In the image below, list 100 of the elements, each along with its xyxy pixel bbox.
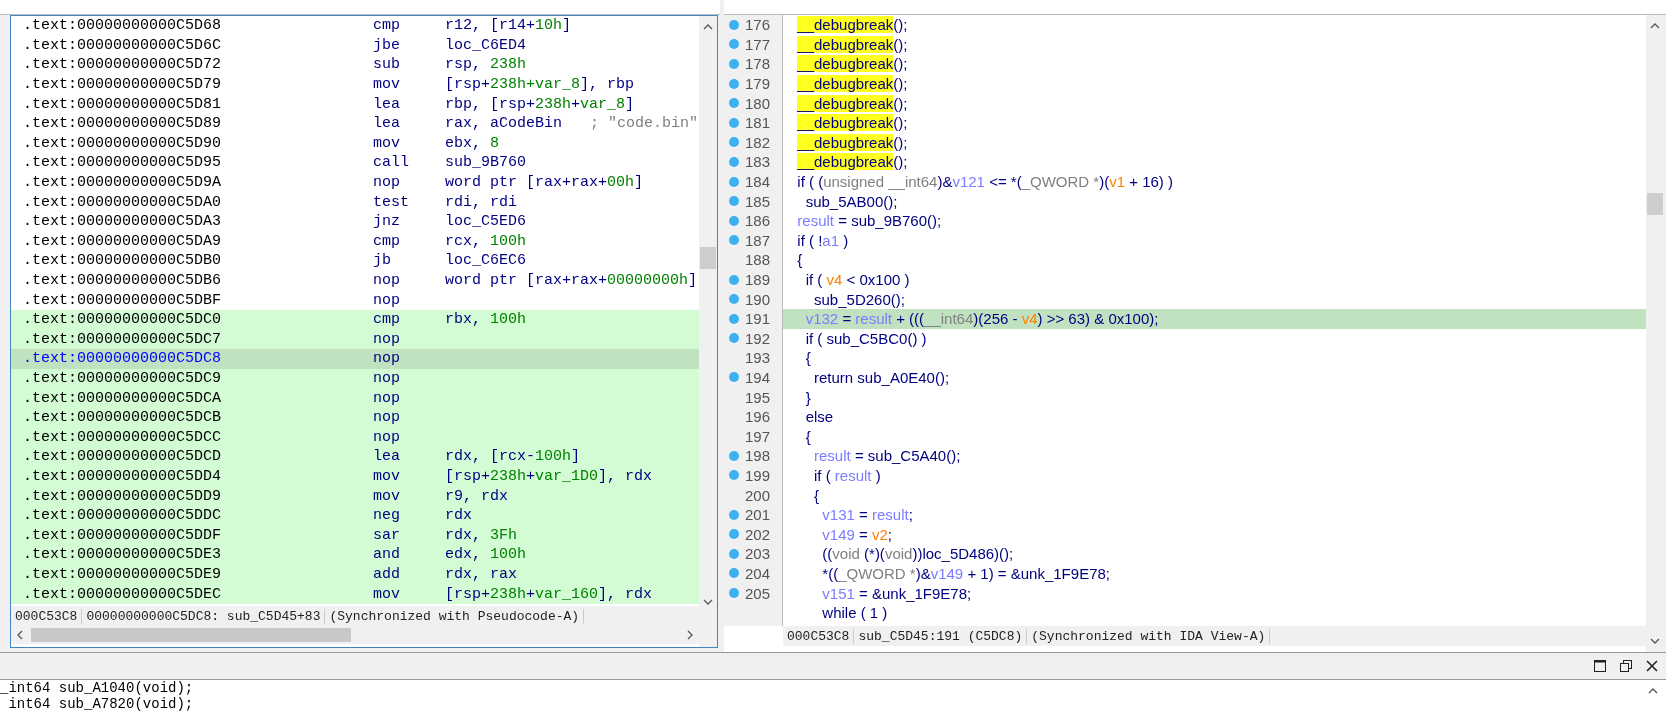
- listing-row[interactable]: .text:00000000000C5DB0 jb loc_C6EC6: [11, 251, 699, 271]
- listing-row[interactable]: .text:00000000000C5DDC neg rdx: [11, 505, 699, 526]
- code-row[interactable]: ((void (*)(void))loc_5D486)();: [783, 544, 1646, 564]
- listing-row[interactable]: .text:00000000000C5DC8 nop: [11, 349, 699, 369]
- listing-row[interactable]: .text:00000000000C5DE3 and edx, 100h: [11, 545, 699, 565]
- code-row[interactable]: __debugbreak();: [783, 73, 1646, 94]
- breakpoint-dot-icon[interactable]: [729, 117, 739, 128]
- scroll-right-icon[interactable]: [685, 630, 695, 640]
- code-row[interactable]: __debugbreak();: [783, 152, 1646, 172]
- scroll-up-icon[interactable]: [1650, 21, 1660, 31]
- listing-row[interactable]: .text:00000000000C5D79 mov [rsp+238h+var_8], rbp: [11, 74, 699, 95]
- scroll-thumb[interactable]: [31, 628, 351, 642]
- code-row[interactable]: sub_5D260();: [783, 289, 1646, 309]
- code-row[interactable]: __debugbreak();: [783, 112, 1646, 133]
- breakpoint-dot-icon[interactable]: [729, 98, 739, 109]
- code-row[interactable]: if ( result ): [783, 465, 1646, 486]
- listing-row[interactable]: .text:00000000000C5D68 cmp r12, [r14+10h]: [11, 16, 699, 36]
- scroll-up-icon[interactable]: [703, 22, 713, 32]
- breakpoint-dot-icon[interactable]: [729, 450, 739, 461]
- code-row[interactable]: result = sub_9B760();: [783, 210, 1646, 231]
- breakpoint-dot-icon[interactable]: [729, 19, 739, 30]
- vertical-scrollbar[interactable]: [1646, 15, 1664, 652]
- listing-row[interactable]: .text:00000000000C5D81 lea rbp, [rsp+238h+var_8]: [11, 94, 699, 114]
- code-row[interactable]: __debugbreak();: [783, 132, 1646, 153]
- breakpoint-dot-icon[interactable]: [729, 156, 739, 167]
- code-row[interactable]: v131 = result;: [783, 504, 1646, 525]
- listing-row[interactable]: .text:00000000000C5DD4 mov [rsp+238h+var_1D0], rdx: [11, 466, 699, 487]
- code-row[interactable]: while ( 1 ): [783, 602, 1646, 623]
- code-row[interactable]: }: [783, 387, 1646, 407]
- listing-row[interactable]: .text:00000000000C5DEC mov [rsp+238h+var_160], rdx: [11, 584, 699, 604]
- listing-row[interactable]: .text:00000000000C5DCD lea rdx, [rcx-100h]: [11, 447, 699, 467]
- listing-row[interactable]: .text:00000000000C5DA3 jnz loc_C5ED6: [11, 211, 699, 232]
- breakpoint-dot-icon[interactable]: [729, 78, 739, 89]
- scroll-thumb[interactable]: [1647, 193, 1663, 215]
- scroll-thumb[interactable]: [700, 247, 716, 269]
- listing-row[interactable]: .text:00000000000C5D89 lea rax, aCodeBin ; "code.bin": [11, 113, 699, 134]
- breakpoint-dot-icon[interactable]: [729, 215, 739, 226]
- breakpoint-dot-icon[interactable]: [729, 588, 739, 598]
- listing-row[interactable]: .text:00000000000C5DC0 cmp rbx, 100h: [11, 309, 699, 330]
- code-row[interactable]: {: [783, 250, 1646, 270]
- breakpoint-dot-icon[interactable]: [729, 176, 739, 187]
- code-row[interactable]: if ( v4 < 0x100 ): [783, 269, 1646, 290]
- code-row[interactable]: __debugbreak();: [783, 54, 1646, 74]
- listing-row[interactable]: .text:00000000000C5DBF nop: [11, 290, 699, 310]
- listing-row[interactable]: .text:00000000000C5DD9 mov r9, rdx: [11, 486, 699, 506]
- breakpoint-dot-icon[interactable]: [729, 294, 739, 305]
- code-row[interactable]: v151 = &unk_1F9E78;: [783, 583, 1646, 603]
- breakpoint-dot-icon[interactable]: [729, 470, 739, 481]
- vertical-scrollbar[interactable]: [699, 16, 717, 647]
- breakpoint-dot-icon[interactable]: [729, 568, 739, 579]
- code-row[interactable]: {: [783, 426, 1646, 447]
- breakpoint-dot-icon[interactable]: [729, 372, 739, 383]
- code-row[interactable]: v149 = v2;: [783, 524, 1646, 545]
- listing-row[interactable]: .text:00000000000C5DE9 add rdx, rax: [11, 564, 699, 585]
- listing-row[interactable]: .text:00000000000C5DDF sar rdx, 3Fh: [11, 525, 699, 546]
- breakpoint-dot-icon[interactable]: [729, 39, 739, 50]
- listing-row[interactable]: .text:00000000000C5D90 mov ebx, 8: [11, 133, 699, 154]
- breakpoint-dot-icon[interactable]: [729, 333, 739, 344]
- code-row[interactable]: __debugbreak();: [783, 15, 1646, 35]
- code-row[interactable]: {: [783, 348, 1646, 368]
- listing-row[interactable]: .text:00000000000C5DA0 test rdi, rdi: [11, 192, 699, 212]
- listing-row[interactable]: .text:00000000000C5DCC nop: [11, 427, 699, 448]
- breakpoint-dot-icon[interactable]: [729, 313, 739, 324]
- listing-row[interactable]: .text:00000000000C5DCA nop: [11, 388, 699, 408]
- listing-row[interactable]: .text:00000000000C5D9A nop word ptr [rax+rax+00h]: [11, 172, 699, 193]
- breakpoint-dot-icon[interactable]: [729, 235, 739, 246]
- listing-row[interactable]: .text:00000000000C5D6C jbe loc_C6ED4: [11, 35, 699, 56]
- listing-row[interactable]: .text:00000000000C5D72 sub rsp, 238h: [11, 55, 699, 75]
- listing-row[interactable]: .text:00000000000C5DA9 cmp rcx, 100h: [11, 231, 699, 252]
- code-row[interactable]: v132 = result + (((__int64)(256 - v4) >> 63) & 0x100);: [783, 308, 1646, 329]
- scroll-down-icon[interactable]: [1650, 636, 1660, 646]
- code-row[interactable]: if ( !a1 ): [783, 230, 1646, 251]
- listing-row[interactable]: .text:00000000000C5D95 call sub_9B760: [11, 153, 699, 173]
- maximize-icon[interactable]: [1594, 660, 1606, 672]
- code-row[interactable]: *((_QWORD *)&v149 + 1) = &unk_1F9E78;: [783, 563, 1646, 584]
- breakpoint-dot-icon[interactable]: [729, 59, 739, 69]
- listing-row[interactable]: .text:00000000000C5DC9 nop: [11, 368, 699, 389]
- breakpoint-dot-icon[interactable]: [729, 509, 739, 520]
- breakpoint-dot-icon[interactable]: [729, 548, 739, 559]
- restore-icon[interactable]: [1620, 660, 1632, 672]
- code-row[interactable]: else: [783, 406, 1646, 427]
- code-row[interactable]: sub_5AB00();: [783, 191, 1646, 211]
- listing-row[interactable]: .text:00000000000C5DC7 nop: [11, 329, 699, 350]
- scroll-down-icon[interactable]: [703, 597, 713, 607]
- code-row[interactable]: {: [783, 485, 1646, 505]
- listing-row[interactable]: .text:00000000000C5DCB nop: [11, 407, 699, 428]
- scroll-up-icon[interactable]: [1648, 686, 1658, 696]
- code-row[interactable]: __debugbreak();: [783, 93, 1646, 113]
- code-row[interactable]: if ( (unsigned __int64)&v121 <= *(_QWORD *)(v1 + 16) ): [783, 171, 1646, 192]
- close-icon[interactable]: [1646, 660, 1658, 672]
- code-row[interactable]: return sub_A0E40();: [783, 367, 1646, 388]
- breakpoint-dot-icon[interactable]: [729, 274, 739, 285]
- code-row[interactable]: if ( sub_C5BC0() ): [783, 328, 1646, 349]
- code-row[interactable]: result = sub_C5A40();: [783, 446, 1646, 466]
- scroll-left-icon[interactable]: [15, 630, 25, 640]
- breakpoint-dot-icon[interactable]: [729, 137, 739, 148]
- listing-row[interactable]: .text:00000000000C5DB6 nop word ptr [rax+rax+00000000h]: [11, 270, 699, 291]
- breakpoint-dot-icon[interactable]: [729, 196, 739, 207]
- breakpoint-dot-icon[interactable]: [729, 529, 739, 540]
- code-row[interactable]: __debugbreak();: [783, 34, 1646, 55]
